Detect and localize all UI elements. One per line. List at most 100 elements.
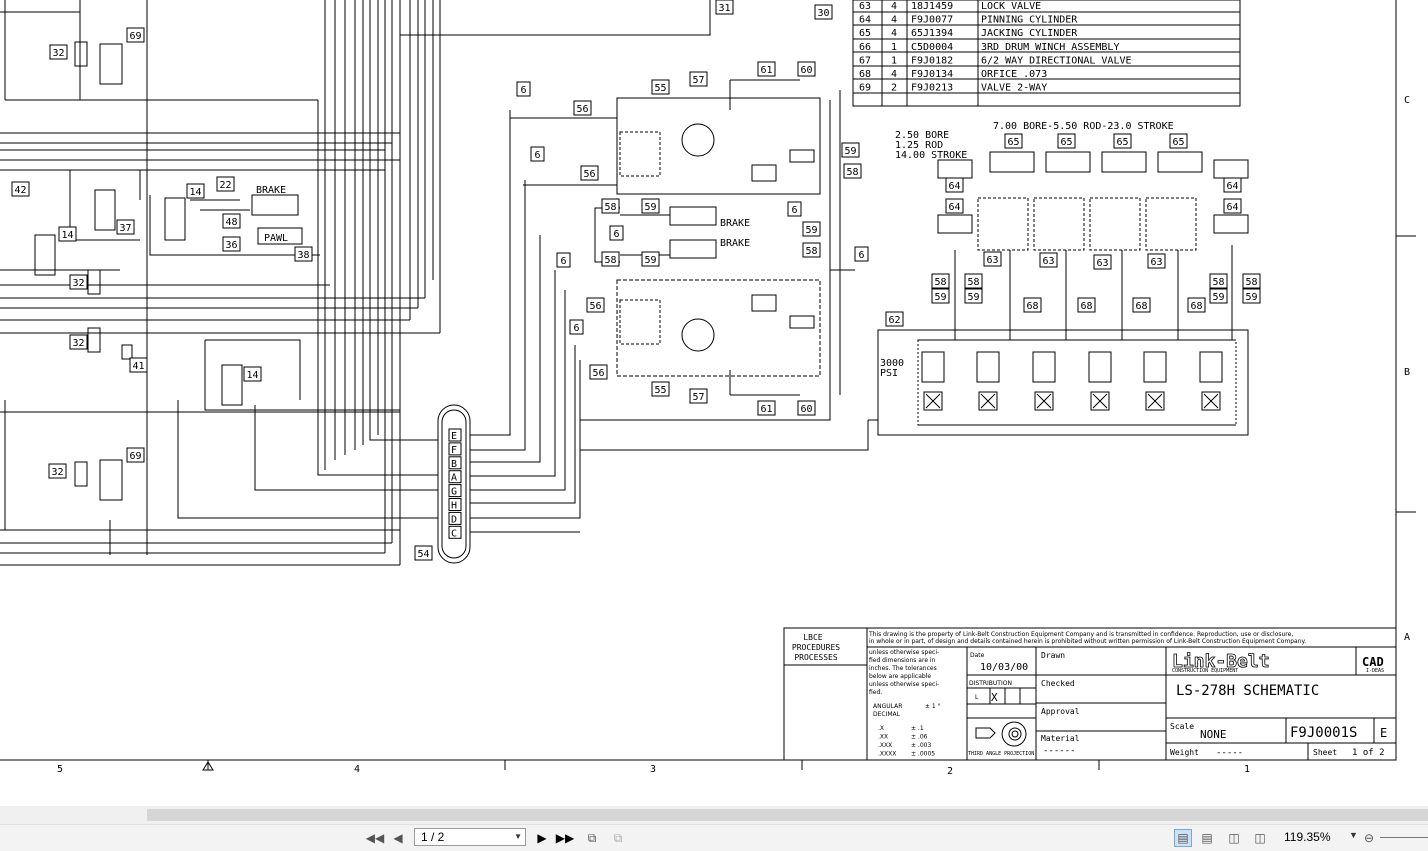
angular-label: ANGULAR [873, 703, 902, 710]
callout-number: 61 [760, 404, 772, 415]
swivel-port-g: G [451, 487, 457, 498]
callout-number: 6 [858, 250, 864, 261]
manifold-valve [1088, 351, 1112, 383]
brake-label-2: BRAKE [720, 218, 750, 229]
revision: E [1380, 726, 1387, 740]
facing-view-icon[interactable]: ◫ [1224, 829, 1244, 847]
zone-x-2: 2 [947, 766, 953, 777]
tolerance-note-line: unless otherwise speci- [869, 681, 939, 688]
callout-number: 63 [1096, 258, 1108, 269]
parts-desc-4: 6/2 WAY DIRECTIONAL VALVE [981, 55, 1132, 66]
swivel-port-c: C [451, 528, 457, 539]
callout-number: 59 [967, 292, 979, 303]
swivel-port-b: B [451, 459, 457, 470]
parts-qty-4: 1 [891, 55, 897, 66]
chevron-down-icon[interactable]: ▼ [514, 832, 522, 841]
last-page-icon[interactable]: ▶▶ [556, 829, 574, 847]
parts-item-4: 67 [859, 55, 871, 66]
approval-label: Approval [1041, 707, 1080, 716]
first-page-icon[interactable]: ◀◀ [366, 829, 384, 847]
zoom-out-icon[interactable]: ⊖ [1360, 829, 1378, 847]
tolerance-place: .XX [878, 734, 888, 741]
scale-value: NONE [1200, 728, 1227, 741]
schematic-drawing: 5 4 3 2 1 C B A EFBAGHDC 63 4 18J1459 LO… [0, 0, 1416, 777]
callout-number: 68 [1026, 301, 1038, 312]
zoom-slider[interactable] [1380, 837, 1428, 838]
parts-part-4: F9J0182 [911, 55, 953, 66]
callout-number: 64 [948, 181, 960, 192]
brake-label-1: BRAKE [256, 185, 286, 196]
zone-x-1: 1 [1244, 764, 1250, 775]
callout-number: 59 [644, 255, 656, 266]
parts-item-5: 68 [859, 69, 871, 80]
tolerance-note-line: fied dimensions are in [869, 657, 936, 664]
horizontal-scroll-thumb[interactable] [147, 809, 1428, 821]
parts-desc-3: 3RD DRUM WINCH ASSEMBLY [981, 42, 1119, 53]
continuous-facing-view-icon[interactable]: ◫ [1250, 829, 1270, 847]
date-value: 10/03/00 [980, 662, 1028, 673]
next-page-icon[interactable]: ▶ [534, 829, 550, 847]
swivel-port-labels: EFBAGHDC [448, 428, 462, 539]
zone-y-c: C [1404, 95, 1410, 106]
manifold-valves [921, 351, 1223, 411]
tolerance-value: ± .06 [911, 734, 928, 741]
callout-number: 65 [1007, 137, 1019, 148]
tolerance-place: .X [878, 725, 884, 732]
callout-number: 59 [934, 292, 946, 303]
callout-number: 48 [225, 217, 237, 228]
parts-qty-5: 4 [891, 69, 897, 80]
callout-number: 59 [644, 202, 656, 213]
cyl-small-stroke: 14.00 STROKE [895, 150, 967, 161]
callout-number: 32 [51, 467, 63, 478]
tolerance-note-line: below are applicable [869, 673, 931, 680]
zone-x-4: 4 [354, 764, 360, 775]
parts-part-3: C5D0004 [911, 42, 953, 53]
callout-number: 32 [72, 278, 84, 289]
logo-subtitle: CONSTRUCTION EQUIPMENT [1172, 668, 1238, 674]
parts-qty-3: 1 [891, 42, 897, 53]
callout-number: 58 [604, 202, 616, 213]
previous-page-icon[interactable]: ◀ [390, 829, 406, 847]
zone-x-3: 3 [650, 764, 656, 775]
callout-number: 59 [844, 146, 856, 157]
tolerance-note-line: inches. The tolerances [869, 665, 937, 672]
zoom-level[interactable]: 119.35% [1284, 830, 1330, 844]
callout-number: 38 [297, 250, 309, 261]
go-back-icon[interactable]: ⧉ [583, 829, 601, 847]
lbce-line-1: LBCE [803, 633, 822, 642]
callout-number: 58 [805, 246, 817, 257]
callout-number: 32 [72, 338, 84, 349]
callout-number: 31 [718, 3, 730, 14]
decimal-label: DECIMAL [873, 711, 901, 718]
notice-line-1: This drawing is the property of Link-Bel… [868, 631, 1293, 638]
parts-item-1: 64 [859, 15, 871, 26]
parts-item-3: 66 [859, 42, 871, 53]
manifold-valve [1143, 351, 1167, 383]
date-label: Date [970, 652, 985, 659]
continuous-view-icon[interactable]: ▤ [1198, 829, 1216, 847]
callout-number: 6 [560, 256, 566, 267]
callout-number: 64 [1226, 181, 1238, 192]
parts-item-6: 69 [859, 83, 871, 94]
page-number-input[interactable]: 1 / 2 ▼ [414, 828, 526, 846]
callout-number: 61 [760, 65, 772, 76]
zoom-dropdown-icon[interactable]: ▼ [1349, 830, 1358, 840]
callout-number: 68 [1190, 301, 1202, 312]
page-number-value: 1 / 2 [421, 830, 445, 844]
document-canvas: 5 4 3 2 1 C B A EFBAGHDC 63 4 18J1459 LO… [0, 0, 1428, 806]
tolerance-value: ± .003 [911, 742, 931, 749]
go-forward-icon[interactable]: ⧉ [609, 829, 627, 847]
manifold-valve [921, 351, 945, 383]
callout-number: 6 [520, 85, 526, 96]
tolerance-note-line: unless otherwise speci- [869, 649, 939, 656]
callout-number: 62 [888, 315, 900, 326]
scale-label: Scale [1170, 722, 1194, 731]
callout-number: 6 [791, 205, 797, 216]
callout-number: 65 [1172, 137, 1184, 148]
callout-number: 6 [613, 229, 619, 240]
callout-number: 59 [1212, 292, 1224, 303]
callout-number: 63 [1150, 257, 1162, 268]
horizontal-scrollbar[interactable] [0, 806, 1428, 824]
single-page-view-icon[interactable]: ▤ [1174, 829, 1192, 847]
callout-number: 14 [61, 230, 73, 241]
